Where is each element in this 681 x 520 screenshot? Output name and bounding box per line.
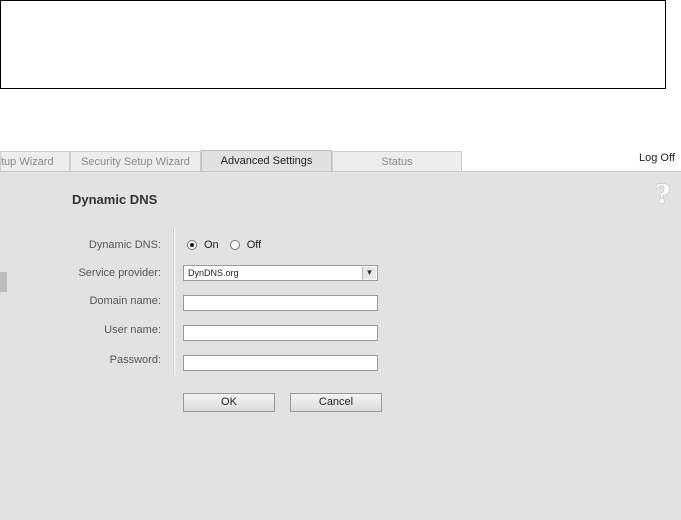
dynamic-dns-off-label: Off: [246, 239, 262, 251]
help-icon[interactable]: ?: [655, 181, 670, 209]
chevron-down-icon[interactable]: ▼: [362, 267, 376, 279]
cancel-button[interactable]: Cancel: [290, 393, 382, 412]
tab-setup-wizard[interactable]: tup Wizard: [0, 151, 70, 171]
tab-security-setup-wizard-label: Security Setup Wizard: [81, 156, 190, 168]
dynamic-dns-off-radio[interactable]: Off: [229, 239, 262, 251]
tab-advanced-settings[interactable]: Advanced Settings: [201, 150, 332, 172]
page-title: Dynamic DNS: [72, 192, 158, 207]
domain-name-label: Domain name:: [89, 295, 161, 307]
settings-panel: [0, 171, 681, 520]
radio-unchecked-icon: [229, 240, 240, 250]
tab-security-setup-wizard[interactable]: Security Setup Wizard: [70, 151, 201, 171]
top-frame: [0, 0, 666, 89]
dynamic-dns-label: Dynamic DNS:: [88, 239, 161, 251]
service-provider-select[interactable]: DynDNS.org ▼: [183, 265, 378, 281]
password-input[interactable]: [183, 355, 378, 371]
service-provider-value: DynDNS.org: [188, 268, 239, 278]
dynamic-dns-on-label: On: [204, 239, 219, 251]
domain-name-input[interactable]: [183, 295, 378, 311]
form-divider: [173, 228, 175, 375]
service-provider-label: Service provider:: [78, 267, 161, 279]
password-label: Password:: [109, 354, 161, 366]
tab-status[interactable]: Status: [332, 151, 462, 171]
dynamic-dns-radio-group: On Off: [187, 239, 269, 253]
user-name-input[interactable]: [183, 325, 378, 341]
tab-advanced-settings-label: Advanced Settings: [220, 155, 313, 167]
radio-checked-icon: [187, 240, 197, 250]
ok-button[interactable]: OK: [183, 393, 275, 412]
log-off-link[interactable]: Log Off: [639, 152, 675, 164]
tab-setup-wizard-label: tup Wizard: [1, 156, 54, 168]
user-name-label: User name:: [104, 324, 161, 336]
tab-status-label: Status: [381, 156, 413, 168]
dynamic-dns-on-radio[interactable]: On: [187, 239, 219, 251]
